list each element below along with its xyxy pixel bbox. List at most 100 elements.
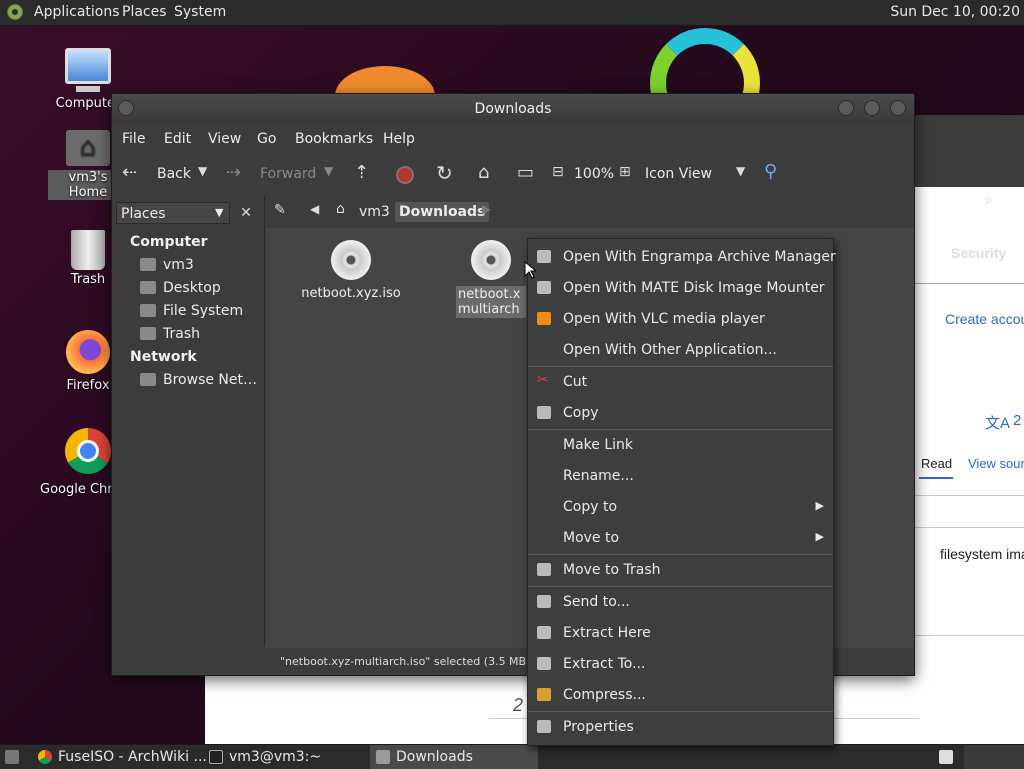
window-title: Downloads	[474, 101, 552, 117]
menu-item-make-link[interactable]: Make Link	[528, 430, 833, 460]
workspace-switcher[interactable]	[936, 745, 960, 769]
back-history-dropdown-icon[interactable]: ▼	[198, 164, 207, 178]
send-icon	[537, 595, 551, 608]
taskbar-item-browser[interactable]: FuseISO - ArchWiki ...	[32, 745, 207, 769]
sidebar-heading-network: Network	[130, 349, 197, 365]
taskbar-item-terminal[interactable]: vm3@vm3:~	[203, 745, 367, 769]
menu-edit[interactable]: Edit	[164, 131, 191, 147]
language-icon[interactable]: 文A	[985, 412, 1010, 433]
pathbar: ✎ ◀ ⌂ vm3 Downloads ▶	[266, 196, 914, 228]
section-number: 2	[513, 695, 524, 715]
show-desktop-button[interactable]	[0, 745, 26, 769]
forward-arrow-icon[interactable]: ⇢	[226, 162, 241, 183]
toolbar: ⇠ Back ▼ ⇢ Forward ▼ ⇡ ↻ ⌂ ▭ ⊟ 100% ⊞ Ic…	[112, 152, 914, 197]
top-panel: Applications Places System Sun Dec 10, 0…	[0, 0, 1024, 26]
menu-item-copy[interactable]: Copy	[528, 398, 833, 428]
places-menu[interactable]: Places	[122, 4, 167, 20]
menu-bookmarks[interactable]: Bookmarks	[295, 131, 373, 147]
search-icon[interactable]: ⌕	[985, 191, 993, 208]
home-folder-icon: ⌂	[336, 201, 345, 217]
chrome-icon	[38, 750, 52, 764]
menu-item-cut[interactable]: ✂ Cut	[528, 367, 833, 397]
maximize-button[interactable]	[864, 100, 880, 116]
zoom-in-icon[interactable]: ⊞	[619, 164, 631, 180]
menu-item-rename[interactable]: Rename...	[528, 461, 833, 491]
location-toggle-icon[interactable]: ✎	[274, 202, 286, 218]
system-menu[interactable]: System	[174, 4, 226, 20]
tab-security[interactable]: Security	[951, 245, 1006, 261]
archive-icon	[537, 250, 551, 263]
menu-item-properties[interactable]: Properties	[528, 712, 833, 742]
view-source-tab[interactable]: View sour	[968, 456, 1024, 471]
sidebar-item-vm3[interactable]: vm3	[140, 257, 194, 273]
close-button[interactable]	[890, 100, 906, 116]
languages-count[interactable]: 2	[1013, 412, 1021, 429]
zoom-out-icon[interactable]: ⊟	[552, 164, 564, 180]
terminal-icon	[209, 750, 223, 764]
menu-item-move-to-trash[interactable]: Move to Trash	[528, 555, 833, 585]
sidebar-item-desktop[interactable]: Desktop	[140, 280, 221, 296]
back-arrow-icon[interactable]: ⇠	[122, 162, 137, 183]
desktop-icon	[5, 750, 19, 764]
sidebar: Places ▼ ✕ Computer vm3 Desktop File Sys…	[112, 196, 265, 646]
back-button[interactable]: Back	[157, 166, 191, 182]
applications-menu[interactable]: Applications	[34, 4, 120, 20]
menubar: File Edit View Go Bookmarks Help	[112, 124, 914, 152]
disc-image-icon	[331, 240, 371, 280]
computer-toolbar-icon[interactable]: ▭	[517, 162, 534, 183]
bottom-panel: FuseISO - ArchWiki ... vm3@vm3:~ Downloa…	[0, 744, 1024, 769]
workspace-icon	[939, 750, 953, 764]
view-mode-select[interactable]: Icon View	[645, 166, 712, 182]
zoom-level: 100%	[574, 166, 615, 182]
up-arrow-icon[interactable]: ⇡	[354, 162, 369, 183]
file-item[interactable]: netboot.xyz.iso	[296, 240, 406, 301]
breadcrumb-vm3[interactable]: vm3	[359, 204, 390, 220]
taskbar-item-downloads[interactable]: Downloads	[370, 745, 538, 769]
menu-item-send-to[interactable]: Send to...	[528, 587, 833, 617]
chevron-down-icon: ▼	[215, 206, 224, 219]
menu-help[interactable]: Help	[383, 131, 415, 147]
menu-item-open-engrampa[interactable]: Open With Engrampa Archive Manager	[528, 242, 836, 272]
create-account-link[interactable]: Create accou	[945, 311, 1024, 327]
sidebar-item-file-system[interactable]: File System	[140, 303, 243, 319]
window-titlebar[interactable]: Downloads	[112, 94, 914, 124]
menu-file[interactable]: File	[122, 131, 145, 147]
sidebar-item-trash[interactable]: Trash	[140, 326, 200, 342]
reload-icon[interactable]: ↻	[436, 161, 453, 185]
path-right-arrow-icon[interactable]: ▶	[482, 202, 491, 216]
stop-icon[interactable]	[396, 166, 414, 184]
package-icon	[537, 688, 551, 701]
firefox-icon	[66, 330, 110, 374]
menu-item-open-disk-mounter[interactable]: Open With MATE Disk Image Mounter	[528, 273, 833, 303]
menu-item-open-vlc[interactable]: Open With VLC media player	[528, 304, 833, 334]
clock[interactable]: Sun Dec 10, 00:20	[890, 4, 1020, 20]
search-icon[interactable]: ⚲	[764, 161, 777, 182]
close-sidebar-icon[interactable]: ✕	[235, 202, 257, 224]
menu-item-extract-to[interactable]: Extract To...	[528, 649, 833, 679]
computer-icon	[65, 48, 111, 92]
menu-go[interactable]: Go	[257, 131, 276, 147]
workspace-indicator[interactable]	[964, 745, 1024, 769]
forward-history-dropdown-icon[interactable]: ▼	[324, 164, 333, 178]
menu-item-open-other[interactable]: Open With Other Application...	[528, 335, 833, 365]
forward-button[interactable]: Forward	[260, 166, 316, 182]
breadcrumb-downloads[interactable]: Downloads	[395, 202, 490, 222]
desktop-folder-icon	[140, 281, 156, 294]
read-tab[interactable]: Read	[921, 456, 952, 471]
menu-view[interactable]: View	[208, 131, 241, 147]
view-mode-dropdown-icon[interactable]: ▼	[736, 164, 745, 178]
mate-logo-icon[interactable]	[7, 4, 23, 20]
home-icon[interactable]: ⌂	[478, 162, 489, 183]
context-menu: Open With Engrampa Archive Manager Open …	[527, 238, 836, 746]
submenu-arrow-icon: ▶	[815, 530, 824, 543]
minimize-button[interactable]	[838, 100, 854, 116]
menu-item-extract-here[interactable]: Extract Here	[528, 618, 833, 648]
file-item-selected[interactable]: netboot.x multiarch	[456, 240, 526, 318]
sidebar-item-browse-network[interactable]: Browse Net…	[140, 372, 257, 388]
home-folder-icon	[140, 258, 156, 271]
places-combo[interactable]: Places ▼	[116, 202, 230, 224]
menu-item-copy-to[interactable]: Copy to ▶	[528, 492, 833, 522]
menu-item-move-to[interactable]: Move to ▶	[528, 523, 833, 553]
path-left-arrow-icon[interactable]: ◀	[310, 202, 319, 216]
menu-item-compress[interactable]: Compress...	[528, 680, 833, 710]
